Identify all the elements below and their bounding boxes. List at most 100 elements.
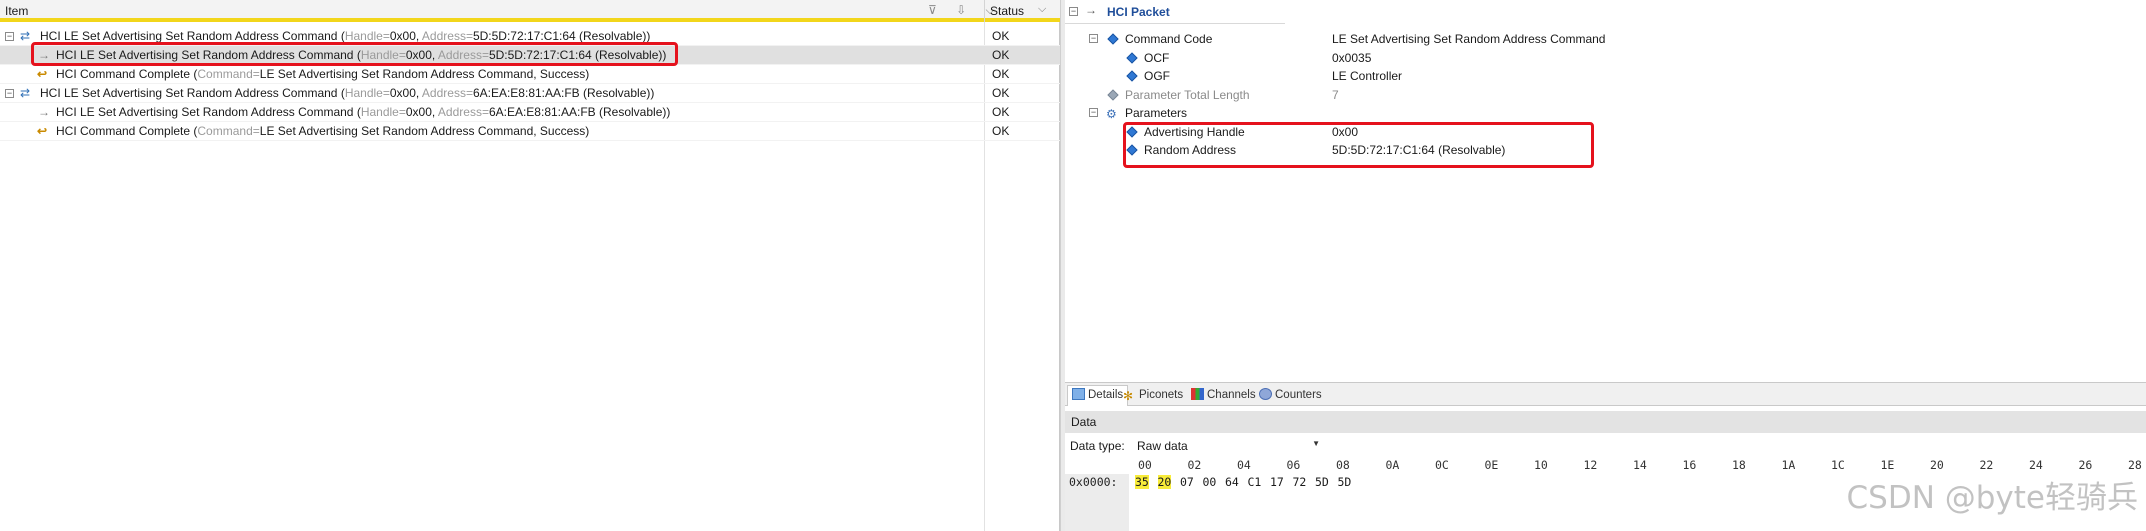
hex-column-label: 24 <box>2029 458 2043 472</box>
field-label: Parameter Total Length <box>1125 87 1250 102</box>
packet-row-text: HCI Command Complete (Command=LE Set Adv… <box>56 124 590 138</box>
dropdown-arrow-icon: ▼ <box>1312 439 1320 448</box>
details-title: HCI Packet <box>1107 5 1170 19</box>
field-row-parameters[interactable]: − ⚙ Parameters <box>1065 104 2146 123</box>
field-label: OCF <box>1144 50 1170 65</box>
hex-column-label: 1A <box>1781 458 1796 472</box>
field-row-advertising-handle[interactable]: Advertising Handle 0x00 <box>1065 123 2146 142</box>
hex-column-label: 28 <box>2128 458 2142 472</box>
packet-status: OK <box>992 48 1010 62</box>
tab-piconets[interactable]: ✻ Piconets <box>1123 386 1183 404</box>
field-value: 5D:5D:72:17:C1:64 (Resolvable) <box>1332 143 1506 157</box>
field-row-parameter-total-length[interactable]: Parameter Total Length 7 <box>1065 86 2146 105</box>
hex-byte[interactable]: 64 <box>1225 475 1239 489</box>
hex-column-label: 0A <box>1385 458 1400 472</box>
arrow-right-icon: → <box>38 48 50 62</box>
data-type-select[interactable]: Raw data ▼ <box>1132 436 1324 454</box>
tab-channels[interactable]: Channels <box>1191 386 1256 404</box>
packet-status: OK <box>992 29 1010 43</box>
data-type-value: Raw data <box>1137 439 1188 453</box>
field-value: LE Controller <box>1332 69 1403 83</box>
packet-row[interactable]: → HCI LE Set Advertising Set Random Addr… <box>0 103 1060 122</box>
hex-column-label: 20 <box>1930 458 1944 472</box>
hex-column-label: 02 <box>1187 458 1202 472</box>
packet-row-text: HCI Command Complete (Command=LE Set Adv… <box>56 67 590 81</box>
packet-row-text: HCI LE Set Advertising Set Random Addres… <box>56 48 667 62</box>
hex-byte[interactable]: 5D <box>1315 475 1329 489</box>
arrow-right-icon: → <box>38 105 50 119</box>
collapse-icon[interactable]: − <box>1089 34 1098 43</box>
details-title-underline <box>1065 23 1285 24</box>
hex-column-label: 08 <box>1336 458 1350 472</box>
field-label: Command Code <box>1125 32 1213 46</box>
packet-rows: − ⇄ HCI LE Set Advertising Set Random Ad… <box>0 27 1060 141</box>
item-column-header[interactable]: Item <box>5 4 28 18</box>
packet-row[interactable]: − ⇄ HCI LE Set Advertising Set Random Ad… <box>0 84 1060 103</box>
packet-status: OK <box>992 124 1010 138</box>
field-diamond-icon <box>1126 125 1138 138</box>
field-label: OGF <box>1144 69 1170 83</box>
data-section-header: Data <box>1065 411 2146 433</box>
command-complete-icon: ↩ <box>36 67 48 81</box>
packet-row[interactable]: ↩ HCI Command Complete (Command=LE Set A… <box>0 65 1060 84</box>
packet-status: OK <box>992 105 1010 119</box>
counters-icon <box>1259 388 1272 400</box>
field-row-random-address[interactable]: Random Address 5D:5D:72:17:C1:64 (Resolv… <box>1065 141 2146 160</box>
hex-byte[interactable]: 00 <box>1203 475 1217 489</box>
collapse-icon[interactable]: − <box>1069 7 1078 16</box>
hex-column-label: 16 <box>1682 458 1697 472</box>
hex-byte[interactable]: 5D <box>1338 475 1352 489</box>
packet-row[interactable]: − ⇄ HCI LE Set Advertising Set Random Ad… <box>0 27 1060 46</box>
field-label: Advertising Handle <box>1144 124 1245 139</box>
packet-row-text: HCI LE Set Advertising Set Random Addres… <box>56 105 671 119</box>
hex-column-label: 10 <box>1534 458 1548 472</box>
hex-column-label: 1C <box>1831 458 1845 472</box>
packet-row[interactable]: ↩ HCI Command Complete (Command=LE Set A… <box>0 122 1060 141</box>
hex-byte[interactable]: 20 <box>1157 475 1172 489</box>
field-label: Parameters <box>1125 106 1188 120</box>
field-value: 0x00 <box>1332 124 1359 139</box>
packet-row-text: HCI LE Set Advertising Set Random Addres… <box>40 29 651 43</box>
field-diamond-icon <box>1126 144 1138 156</box>
collapse-icon[interactable]: − <box>5 32 14 41</box>
hex-byte[interactable]: 17 <box>1270 475 1284 489</box>
packet-field-tree: − Command Code LE Set Advertising Set Ra… <box>1065 30 2146 160</box>
packet-list-pane: Item ⊽ ⇩ ⌵ Status ⌵ − ⇄ HCI LE Set Adver… <box>0 0 1060 531</box>
details-header: − → HCI Packet <box>1065 0 2146 24</box>
column-separator[interactable] <box>984 0 985 22</box>
status-column-dropdown-icon[interactable]: ⌵ <box>1038 3 1046 16</box>
details-pane: − → HCI Packet − Command Code LE Set Adv… <box>1065 0 2146 531</box>
hex-byte[interactable]: 35 <box>1135 475 1149 489</box>
data-section-label: Data <box>1071 415 1097 429</box>
collapse-icon[interactable]: − <box>1089 108 1098 117</box>
hex-column-label: 1E <box>1880 458 1895 472</box>
field-value: 0x0035 <box>1332 50 1372 65</box>
group-icon: ⇄ <box>19 29 31 43</box>
collapse-icon[interactable]: − <box>5 89 14 98</box>
hex-column-label: 26 <box>2078 458 2093 472</box>
hex-column-label: 12 <box>1583 458 1598 472</box>
hex-byte[interactable]: C1 <box>1248 475 1262 489</box>
hex-column-label: 22 <box>1979 458 1994 472</box>
hex-byte[interactable]: 72 <box>1293 475 1307 489</box>
field-diamond-icon <box>1107 33 1119 45</box>
watermark: CSDN @byte轻骑兵 <box>1846 480 2139 516</box>
packet-status: OK <box>992 67 1010 81</box>
field-value: LE Set Advertising Set Random Address Co… <box>1332 32 1606 46</box>
arrow-right-icon: → <box>1085 3 1097 17</box>
command-complete-icon: ↩ <box>36 124 48 138</box>
field-row-command-code[interactable]: − Command Code LE Set Advertising Set Ra… <box>1065 30 2146 49</box>
tab-details[interactable]: Details <box>1067 385 1129 406</box>
tab-counters[interactable]: Counters <box>1259 386 1322 404</box>
field-value: 7 <box>1332 87 1339 102</box>
field-row-ocf[interactable]: OCF 0x0035 <box>1065 49 2146 68</box>
field-diamond-icon <box>1107 88 1119 101</box>
field-row-ogf[interactable]: OGF LE Controller <box>1065 67 2146 86</box>
hex-byte[interactable]: 07 <box>1180 475 1194 489</box>
hex-column-label: 0E <box>1484 458 1499 472</box>
status-column-header[interactable]: Status <box>990 4 1024 18</box>
parameters-tree-icon: ⚙ <box>1106 107 1117 121</box>
packet-row-selected[interactable]: → HCI LE Set Advertising Set Random Addr… <box>0 46 1060 65</box>
field-diamond-icon <box>1126 51 1138 64</box>
hex-column-label: 04 <box>1237 458 1251 472</box>
